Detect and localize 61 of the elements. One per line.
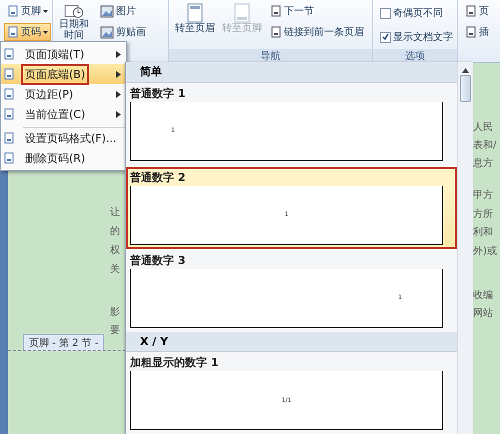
ribbon-button[interactable]: 剪贴画: [97, 23, 149, 41]
document-text: 要: [110, 324, 120, 337]
calendar-clock-icon: [62, 3, 86, 19]
page-icon: [270, 5, 282, 17]
section-header: X / Y: [126, 332, 457, 352]
checkbox[interactable]: [380, 32, 391, 42]
document-text: 权: [110, 244, 120, 257]
ribbon-button[interactable]: 页脚: [4, 2, 51, 20]
menu-item[interactable]: 页边距(P): [1, 84, 126, 104]
checkbox[interactable]: [380, 8, 391, 18]
page-icon: [270, 26, 282, 38]
scroll-thumb[interactable]: [460, 75, 471, 102]
document-text: 让: [110, 206, 120, 219]
document-text: 收编: [473, 288, 493, 302]
document-text: 关: [110, 262, 120, 276]
document-text: 甲方: [473, 188, 493, 202]
page-icon: [233, 3, 251, 23]
document-text: 网站: [473, 306, 493, 320]
ribbon-button[interactable]: 插: [462, 23, 492, 41]
document-text: 影: [110, 306, 120, 319]
option-checkbox[interactable]: 奇偶页不同: [377, 4, 456, 22]
option-checkbox[interactable]: 显示文档文字: [377, 28, 456, 46]
menu-item[interactable]: 页面底端(B): [1, 64, 126, 84]
menu-item[interactable]: 当前位置(C): [1, 104, 126, 124]
page-icon: [7, 26, 19, 38]
picture-icon: [100, 4, 114, 18]
document-text: 方所: [473, 208, 493, 221]
page-icon: [7, 5, 19, 17]
scroll-up-icon: [462, 68, 469, 73]
page-icon: [465, 26, 477, 38]
caret-icon: [43, 10, 48, 12]
document-text: 息方: [473, 156, 493, 170]
scrollbar[interactable]: [457, 62, 473, 434]
page-icon: [186, 3, 204, 23]
page-icon: [3, 108, 15, 120]
page-icon: [3, 48, 15, 60]
document-text: 的: [110, 225, 120, 238]
document-text: 利和: [473, 226, 493, 239]
ribbon-button[interactable]: 页: [462, 2, 492, 20]
section-header: 简单: [126, 62, 457, 82]
page-icon: [3, 152, 15, 164]
page-icon: [3, 68, 15, 80]
page-icon: [3, 88, 15, 100]
ribbon-button[interactable]: 转至页眉: [173, 2, 217, 48]
group-label: 选项: [373, 49, 457, 62]
document-text: 外)或: [473, 244, 497, 258]
menu-item[interactable]: 设置页码格式(F)...: [1, 128, 126, 148]
ribbon-button[interactable]: 页码: [4, 23, 51, 41]
caret-icon: [43, 30, 48, 34]
document-text: 表和/: [473, 138, 496, 152]
page-icon: [3, 132, 15, 144]
picture-icon: [100, 26, 114, 38]
ribbon-button[interactable]: 链接到前一条页眉: [267, 23, 367, 41]
ribbon-button[interactable]: 图片: [97, 2, 149, 20]
menu-item[interactable]: 删除页码(R): [1, 148, 126, 168]
ribbon-button[interactable]: 下一节: [267, 2, 367, 20]
document-text: 人民: [473, 121, 493, 134]
group-label: 导航: [169, 49, 372, 62]
menu-item[interactable]: 页面顶端(T): [1, 44, 126, 64]
check-icon: [382, 32, 389, 40]
page-icon: [465, 5, 477, 17]
